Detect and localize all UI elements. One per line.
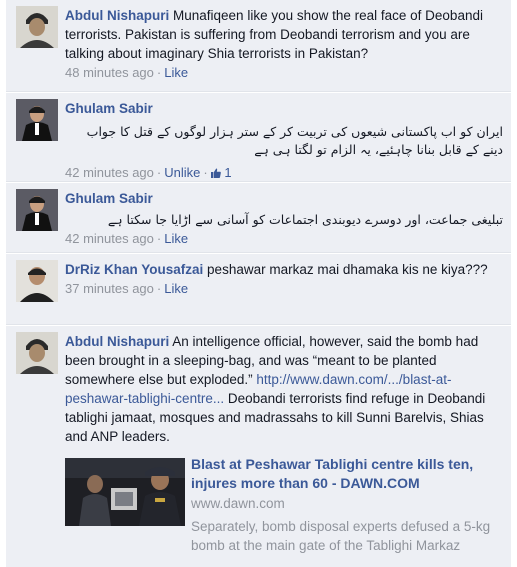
avatar[interactable] xyxy=(16,6,58,48)
comment-text: ایران کو اب پاکستانی شیعوں کی تربیت کر ک… xyxy=(86,124,503,157)
comment-timestamp[interactable]: 42 minutes ago xyxy=(65,165,154,180)
comment-text: تبلیغی جماعت، اور دوسرے دیوبندی اجتماعات… xyxy=(107,212,503,227)
like-count[interactable]: 1 xyxy=(210,165,232,180)
thumbs-up-icon xyxy=(210,168,221,178)
like-button[interactable]: Like xyxy=(164,65,188,80)
like-count-value: 1 xyxy=(224,165,232,180)
comment-meta: 42 minutes ago · Like xyxy=(65,231,189,246)
comment: Ghulam Sabir ایران کو اب پاکستانی شیعوں … xyxy=(6,93,511,182)
link-preview[interactable]: Blast at Peshawar Tablighi centre kills … xyxy=(65,453,505,563)
comment-author[interactable]: Ghulam Sabir xyxy=(65,191,153,206)
avatar[interactable] xyxy=(16,99,58,141)
comment-text: peshawar markaz mai dhamaka kis ne kiya?… xyxy=(207,262,488,277)
comment-author[interactable]: Abdul Nishapuri xyxy=(65,8,169,23)
avatar[interactable] xyxy=(16,332,58,374)
comment-timestamp[interactable]: 42 minutes ago xyxy=(65,231,154,246)
like-button[interactable]: Like xyxy=(164,231,188,246)
comment: Abdul Nishapuri An intelligence official… xyxy=(6,326,511,567)
comment-timestamp[interactable]: 37 minutes ago xyxy=(65,281,154,296)
link-preview-domain: www.dawn.com xyxy=(191,496,285,511)
like-button[interactable]: Like xyxy=(164,281,188,296)
comment-author[interactable]: Ghulam Sabir xyxy=(65,101,153,116)
comment-timestamp[interactable]: 48 minutes ago xyxy=(65,65,154,80)
comment: DrRiz Khan Yousafzai peshawar markaz mai… xyxy=(6,254,511,325)
avatar[interactable] xyxy=(16,260,58,302)
comment-author[interactable]: Abdul Nishapuri xyxy=(65,334,169,349)
comment-meta: 42 minutes ago · Unlike · 1 xyxy=(65,165,232,180)
comment: Abdul Nishapuri Munafiqeen like you show… xyxy=(6,0,511,92)
avatar[interactable] xyxy=(16,189,58,231)
comment-meta: 48 minutes ago · Like xyxy=(65,65,189,80)
link-preview-title[interactable]: Blast at Peshawar Tablighi centre kills … xyxy=(191,455,505,493)
link-preview-image[interactable] xyxy=(65,458,185,526)
comment-meta: 37 minutes ago · Like xyxy=(65,281,189,296)
unlike-button[interactable]: Unlike xyxy=(164,165,200,180)
comment: Ghulam Sabir تبلیغی جماعت، اور دوسرے دیو… xyxy=(6,183,511,253)
comment-thread: Abdul Nishapuri Munafiqeen like you show… xyxy=(0,0,517,567)
link-preview-description: Separately, bomb disposal experts defuse… xyxy=(191,519,491,553)
comment-author[interactable]: DrRiz Khan Yousafzai xyxy=(65,262,203,277)
